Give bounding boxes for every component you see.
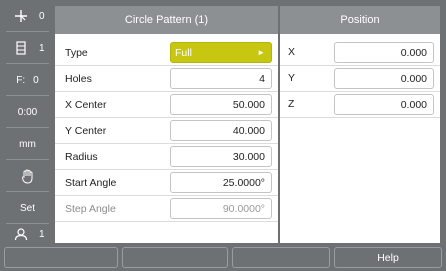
field-row-y-center: Y Center 40.000 (55, 118, 278, 143)
position-row-y: Y 0.000 (280, 66, 440, 91)
y-center-input[interactable]: 40.000 (170, 120, 272, 141)
axis-label-y: Y (288, 72, 296, 84)
start-angle-input[interactable]: 25.0000° (170, 172, 272, 193)
status-jog[interactable] (0, 160, 55, 192)
circle-pattern-form: Circle Pattern (1) Type Full ► Holes 4 X… (55, 6, 278, 243)
position-x-value[interactable]: 0.000 (334, 42, 434, 63)
datum-icon (11, 9, 31, 23)
status-user[interactable]: 1 (0, 224, 55, 244)
units-value: mm (19, 138, 36, 150)
softkey-bar: Help (0, 247, 446, 271)
form-title: Circle Pattern (1) (55, 6, 278, 34)
divider (55, 221, 278, 222)
position-panel: Position X 0.000 Y 0.000 Z 0.000 (280, 6, 440, 243)
user-icon (11, 227, 31, 241)
set-label: Set (19, 202, 35, 214)
field-row-x-center: X Center 50.000 (55, 92, 278, 117)
position-row-z: Z 0.000 (280, 92, 440, 117)
radius-label: Radius (65, 150, 98, 163)
field-row-holes: Holes 4 (55, 66, 278, 91)
position-y-value[interactable]: 0.000 (334, 68, 434, 89)
holes-label: Holes (65, 72, 92, 85)
status-timer[interactable]: 0:00 (0, 96, 55, 128)
feedrate-value: 0 (33, 74, 39, 86)
axis-label-x: X (288, 46, 296, 58)
field-row-step-angle: Step Angle 90.0000° (55, 196, 278, 221)
timer-value: 0:00 (17, 106, 38, 118)
user-value: 1 (38, 228, 45, 240)
x-center-label: X Center (65, 98, 107, 111)
field-row-radius: Radius 30.000 (55, 144, 278, 169)
type-value: Full (175, 46, 192, 59)
step-angle-input[interactable]: 90.0000° (170, 198, 272, 219)
tool-icon (11, 41, 31, 55)
field-row-type: Type Full ► (55, 40, 278, 65)
status-datum[interactable]: 0 (0, 0, 55, 32)
hand-icon (18, 168, 38, 184)
status-tool[interactable]: 1 (0, 32, 55, 64)
status-set[interactable]: Set (0, 192, 55, 224)
holes-input[interactable]: 4 (170, 68, 272, 89)
type-select[interactable]: Full ► (170, 42, 272, 63)
tool-value: 1 (38, 42, 45, 54)
softkey-1[interactable] (4, 247, 118, 268)
divider (280, 117, 440, 118)
chevron-right-icon: ► (257, 48, 265, 57)
position-z-value[interactable]: 0.000 (334, 94, 434, 115)
x-center-input[interactable]: 50.000 (170, 94, 272, 115)
field-row-start-angle: Start Angle 25.0000° (55, 170, 278, 195)
y-center-label: Y Center (65, 124, 107, 137)
status-feedrate[interactable]: F: 0 (0, 64, 55, 96)
status-bar: 0 1 F: 0 0:00 mm Set 1 (0, 0, 55, 271)
position-row-x: X 0.000 (280, 40, 440, 65)
feedrate-label: F: (16, 74, 26, 86)
start-angle-label: Start Angle (65, 176, 117, 189)
help-button[interactable]: Help (334, 247, 442, 268)
softkey-2[interactable] (122, 247, 228, 268)
datum-value: 0 (38, 10, 45, 22)
softkey-3[interactable] (232, 247, 330, 268)
axis-label-z: Z (288, 98, 295, 110)
step-angle-label: Step Angle (65, 202, 116, 215)
status-units[interactable]: mm (0, 128, 55, 160)
type-label: Type (65, 46, 88, 59)
position-title: Position (280, 6, 440, 34)
radius-input[interactable]: 30.000 (170, 146, 272, 167)
